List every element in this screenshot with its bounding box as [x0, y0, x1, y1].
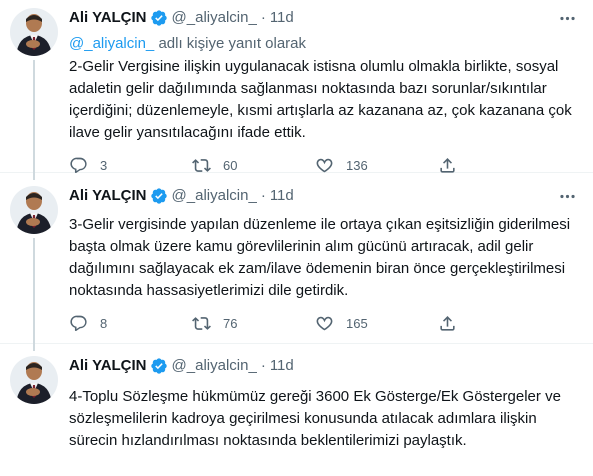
more-icon[interactable] — [557, 8, 577, 28]
tweet-text: 2-Gelir Vergisine ilişkin uygulanacak is… — [69, 58, 572, 141]
reply-context-label: adlı kişiye yanıt olarak — [154, 35, 307, 52]
reply-count: 8 — [100, 316, 108, 331]
heart-icon — [315, 314, 334, 333]
author-name[interactable]: Ali YALÇIN — [69, 8, 147, 28]
separator-dot: · — [260, 357, 266, 374]
avatar-column — [10, 8, 58, 180]
tweet-header: Ali YALÇIN @_aliyalcin_ · 11d — [69, 186, 577, 206]
verified-badge-icon — [150, 357, 168, 375]
reply-context: @_aliyalcin_ adlı kişiye yanıt olarak — [69, 34, 577, 54]
retweet-count: 60 — [223, 158, 238, 173]
verified-badge-icon — [150, 9, 168, 27]
reply-icon — [69, 314, 88, 333]
tweet[interactable]: Ali YALÇIN @_aliyalcin_ · 11d @_aliyalci… — [0, 0, 593, 180]
reply-count: 3 — [100, 158, 108, 173]
author-handle[interactable]: @_aliyalcin_ — [172, 356, 257, 376]
separator-dot: · — [260, 187, 266, 204]
tweet-header: Ali YALÇIN @_aliyalcin_ · 11d — [69, 356, 577, 376]
reply-button[interactable]: 8 — [69, 314, 192, 333]
like-button[interactable]: 165 — [315, 314, 438, 333]
reply-mention-link[interactable]: @_aliyalcin_ — [69, 35, 154, 52]
verified-badge-icon — [150, 187, 168, 205]
like-count: 165 — [346, 316, 368, 331]
tweet[interactable]: Ali YALÇIN @_aliyalcin_ · 11d 3-Gelir ve… — [0, 173, 593, 351]
tweet-content: Ali YALÇIN @_aliyalcin_ · 11d 4-Toplu Sö… — [69, 356, 577, 476]
tweet-text: 4-Toplu Sözleşme hükmümüz gereği 3600 Ek… — [69, 388, 561, 449]
timestamp[interactable]: 11d — [270, 8, 294, 28]
avatar-column — [10, 356, 58, 476]
avatar[interactable] — [10, 8, 58, 56]
timestamp[interactable]: 11d — [270, 186, 294, 206]
share-button[interactable] — [438, 314, 488, 333]
tweet[interactable]: Ali YALÇIN @_aliyalcin_ · 11d 4-Toplu Sö… — [0, 344, 593, 476]
more-icon[interactable] — [557, 186, 577, 206]
avatar-column — [10, 186, 58, 351]
avatar[interactable] — [10, 186, 58, 234]
tweet-content: Ali YALÇIN @_aliyalcin_ · 11d 3-Gelir ve… — [69, 186, 577, 343]
thread-connector — [33, 60, 35, 180]
separator-dot: · — [260, 9, 266, 26]
thread-connector — [33, 238, 35, 351]
author-name[interactable]: Ali YALÇIN — [69, 356, 147, 376]
tweet-text: 3-Gelir vergisinde yapılan düzenleme ile… — [69, 216, 571, 299]
retweet-button[interactable]: 76 — [192, 314, 315, 333]
author-name[interactable]: Ali YALÇIN — [69, 186, 147, 206]
author-handle[interactable]: @_aliyalcin_ — [172, 8, 257, 28]
tweet-content: Ali YALÇIN @_aliyalcin_ · 11d @_aliyalci… — [69, 8, 577, 174]
timestamp[interactable]: 11d — [270, 356, 294, 376]
retweet-count: 76 — [223, 316, 238, 331]
author-handle[interactable]: @_aliyalcin_ — [172, 186, 257, 206]
tweet-actions: 8 76 165 — [69, 314, 509, 333]
retweet-icon — [192, 314, 211, 333]
tweet-header: Ali YALÇIN @_aliyalcin_ · 11d — [69, 8, 577, 28]
tweet-thread: Ali YALÇIN @_aliyalcin_ · 11d @_aliyalci… — [0, 0, 593, 476]
avatar[interactable] — [10, 356, 58, 404]
share-icon — [438, 314, 457, 333]
like-count: 136 — [346, 158, 368, 173]
